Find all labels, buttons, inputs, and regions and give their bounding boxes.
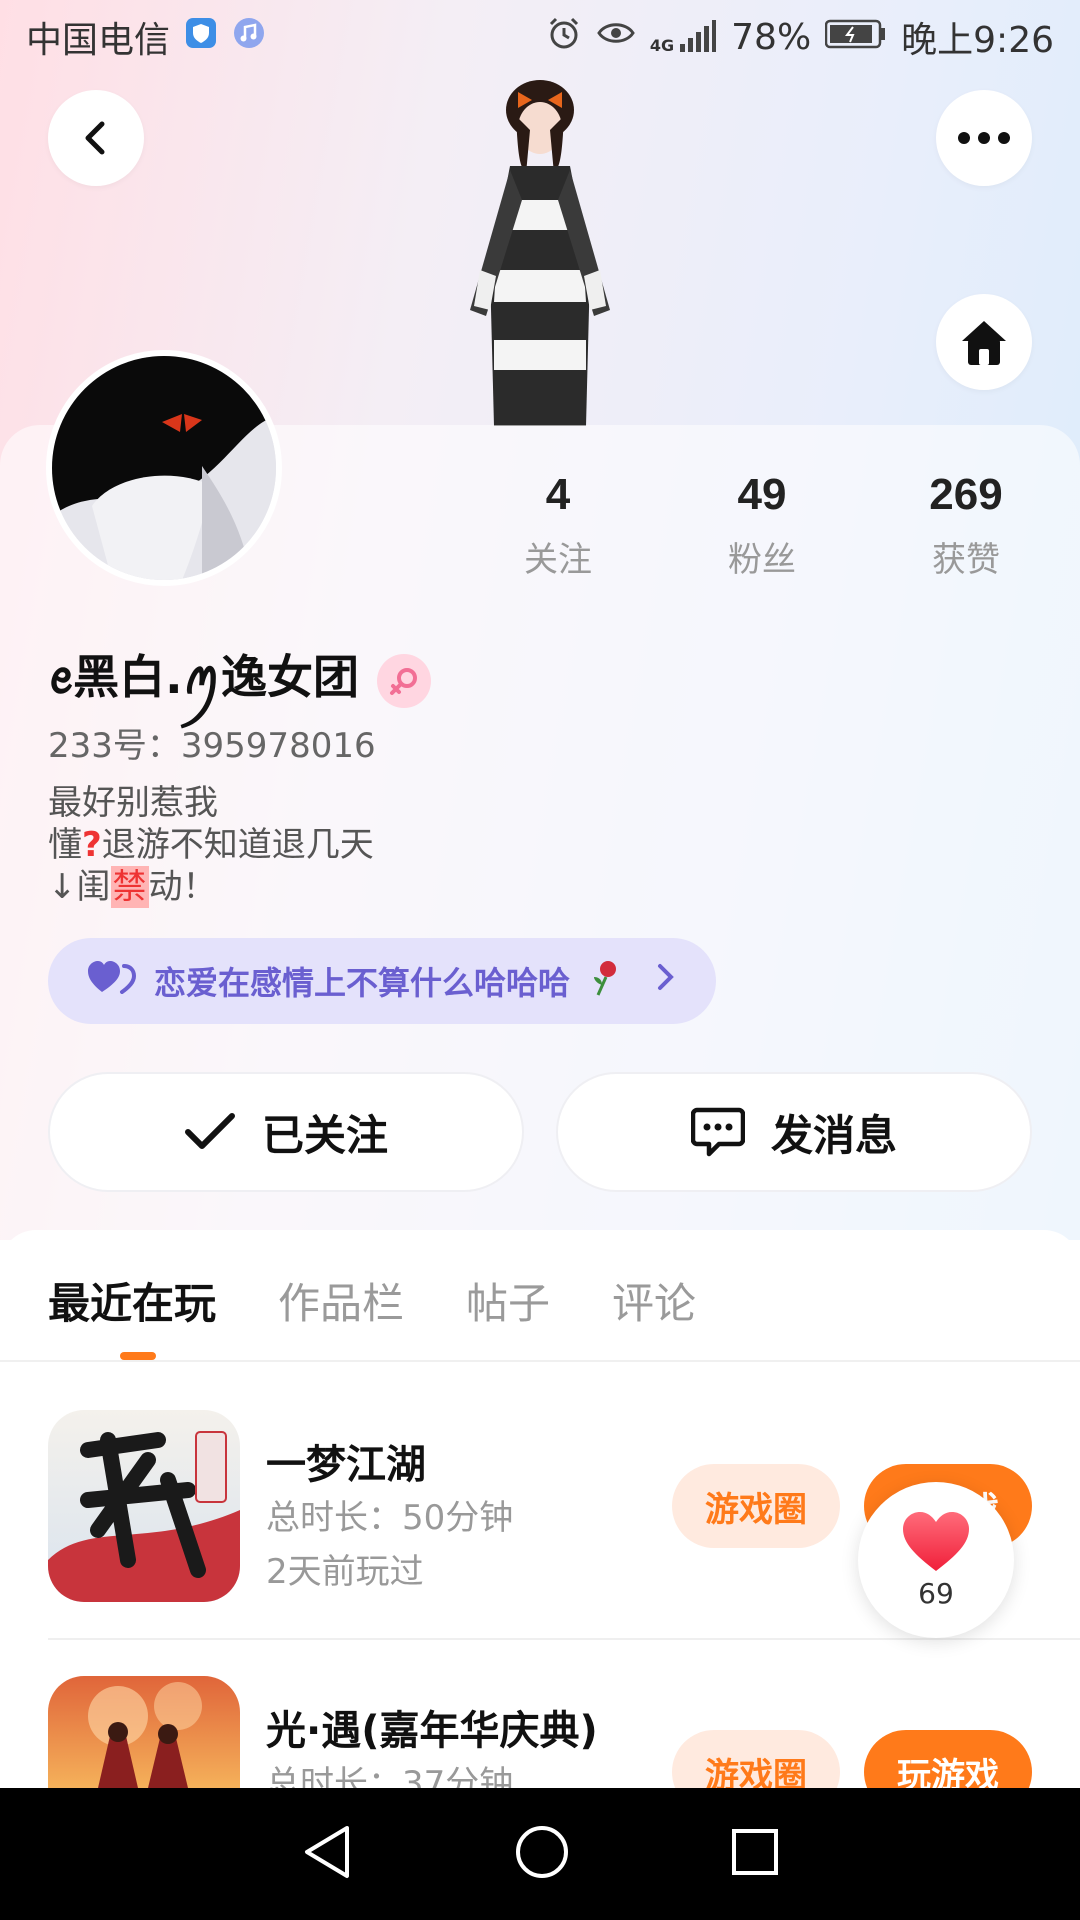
bio-line: 最好别惹我: [48, 783, 218, 823]
active-tab-indicator: [120, 1352, 156, 1360]
stat-followers[interactable]: 49 粉丝: [672, 470, 852, 581]
bio-text: 懂: [48, 825, 82, 865]
signal-icon: 4G: [650, 20, 717, 54]
heart-pair-icon: [88, 960, 137, 1002]
back-triangle-icon[interactable]: [301, 1824, 353, 1884]
status-bar: 中国电信 4G 78% 晚上9:26: [0, 0, 1080, 74]
home-button[interactable]: [936, 294, 1032, 390]
user-name: ꫀ黑白.ꪑ逸女团: [48, 650, 360, 704]
avatar[interactable]: [46, 350, 282, 586]
relationship-tag[interactable]: 恋爱在感情上不算什么哈哈哈: [48, 938, 716, 1024]
followed-button[interactable]: 已关注: [48, 1072, 524, 1192]
shield-icon: [184, 16, 218, 59]
bio-line: 懂?退游不知道退几天: [48, 824, 374, 866]
stat-likes-count: 269: [929, 470, 1003, 519]
battery-percent: 78%: [731, 16, 812, 58]
like-count: 69: [918, 1576, 954, 1610]
game-circle-button[interactable]: 游戏圈: [672, 1464, 840, 1548]
stat-following-label: 关注: [524, 540, 592, 580]
clock-time: 晚上9:26: [901, 20, 1054, 61]
user-id-value: 395978016: [180, 726, 376, 766]
stat-following[interactable]: 4 关注: [468, 470, 648, 581]
tabs-divider: [0, 1360, 1080, 1362]
stat-followers-label: 粉丝: [728, 540, 796, 580]
bio-text: 退游不知道退几天: [101, 825, 374, 865]
chevron-right-icon: [656, 961, 676, 1001]
more-dots-icon: [958, 132, 1010, 144]
tab-posts[interactable]: 帖子: [466, 1270, 550, 1331]
bio-text: ↓闺: [48, 867, 111, 907]
heart-icon: [903, 1511, 969, 1571]
alarm-icon: [546, 15, 582, 60]
game-title: 一梦江湖: [266, 1442, 426, 1488]
followed-button-label: 已关注: [261, 1110, 388, 1160]
stat-likes-label: 获赞: [932, 540, 1000, 580]
recents-square-icon[interactable]: [731, 1828, 779, 1880]
tab-comments[interactable]: 评论: [612, 1270, 696, 1331]
message-button-label: 发消息: [770, 1110, 897, 1160]
game-last-played: 2天前玩过: [266, 1552, 424, 1592]
question-mark-emoji-icon: ?: [82, 825, 102, 865]
back-button[interactable]: [48, 90, 144, 186]
user-bio: 最好别惹我 懂?退游不知道退几天 ↓闺禁动！: [48, 782, 374, 908]
battery-icon: [824, 17, 887, 58]
tab-works[interactable]: 作品栏: [278, 1270, 404, 1331]
bio-line: ↓闺禁动！: [48, 866, 374, 908]
prohibited-emoji-icon: 禁: [110, 866, 149, 908]
rose-emoji-icon: [588, 957, 622, 1005]
chat-bubble-icon: [690, 1107, 745, 1157]
user-name-row: ꫀ黑白.ꪑ逸女团: [48, 632, 432, 729]
home-circle-icon[interactable]: [515, 1825, 569, 1883]
stat-likes[interactable]: 269 获赞: [876, 470, 1056, 581]
chevron-left-icon: [85, 121, 105, 155]
avatar-3d-character: [440, 70, 640, 426]
carrier-label: 中国电信: [26, 20, 171, 61]
game-duration: 总时长：50分钟: [266, 1498, 514, 1538]
check-icon: [184, 1113, 235, 1149]
stat-following-count: 4: [545, 470, 571, 519]
game-title: 光·遇(嘉年华庆典): [266, 1708, 598, 1754]
user-id-label: 233号：: [48, 726, 181, 766]
relationship-tag-text: 恋爱在感情上不算什么哈哈哈: [154, 964, 571, 1002]
more-button[interactable]: [936, 90, 1032, 186]
user-id-row: 233号：395978016: [48, 718, 376, 767]
music-icon: [232, 16, 266, 59]
stat-followers-count: 49: [737, 470, 787, 519]
profile-tabs: 最近在玩 作品栏 帖子 评论: [48, 1270, 696, 1331]
game-icon[interactable]: [48, 1410, 240, 1602]
system-navigation-bar: [0, 1788, 1080, 1920]
message-button[interactable]: 发消息: [556, 1072, 1032, 1192]
floating-like-button[interactable]: 69: [858, 1482, 1014, 1638]
bio-text: 动！: [148, 867, 217, 907]
list-divider: [48, 1638, 1080, 1640]
eye-icon: [596, 15, 636, 60]
tab-recently-played[interactable]: 最近在玩: [48, 1270, 216, 1331]
home-icon: [962, 321, 1006, 365]
female-gender-icon: [377, 653, 432, 708]
network-type-label: 4G: [649, 36, 675, 55]
